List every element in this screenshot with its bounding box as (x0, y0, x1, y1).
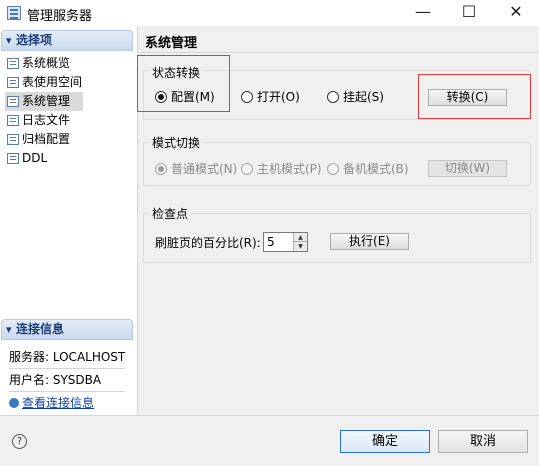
sidebar-item-archive-config[interactable]: 归档配置 (5, 130, 83, 149)
divider (139, 52, 539, 53)
dirty-page-percent-value[interactable]: 5 (267, 235, 275, 249)
dirty-page-percent-spinner[interactable]: 5 ▲ ▼ (263, 232, 308, 252)
radio-dot (327, 163, 339, 175)
dialog-footer: ? 确定 取消 (0, 415, 539, 466)
server-info: 服务器: LOCALHOST (9, 350, 126, 364)
connection-section-title: 连接信息 (16, 322, 65, 336)
sidebar-item-table-space[interactable]: 表使用空间 (5, 73, 83, 92)
sidebar-item-label: 日志文件 (22, 113, 71, 127)
help-icon[interactable]: ? (12, 434, 27, 449)
radio-standby-mode[interactable]: 备机模式(B) (327, 160, 412, 178)
radio-normal-mode-label: 普通模式(N) (171, 162, 238, 176)
sidebar: 选择项 系统概览 表使用空间 系统管理 日志文件 归档配置 DDL 连接信息 服… (0, 26, 138, 415)
document-icon (7, 96, 19, 107)
radio-suspend[interactable]: 挂起(S) (327, 88, 392, 106)
close-button[interactable]: ✕ (493, 0, 539, 26)
radio-open[interactable]: 打开(O) (241, 88, 306, 106)
document-icon (7, 115, 19, 126)
title-bar: 管理服务器 — ☐ ✕ (0, 0, 539, 26)
user-info: 用户名: SYSDBA (9, 373, 102, 387)
radio-open-label: 打开(O) (257, 90, 300, 104)
document-icon (7, 134, 19, 145)
radio-normal-mode[interactable]: 普通模式(N) (155, 160, 237, 178)
maximize-button[interactable]: ☐ (446, 0, 492, 26)
sidebar-item-label: 系统概览 (22, 56, 71, 70)
page-title: 系统管理 (145, 36, 198, 51)
radio-suspend-label: 挂起(S) (343, 90, 384, 104)
sidebar-item-label: 系统管理 (22, 94, 71, 108)
sidebar-item-label: 表使用空间 (22, 75, 83, 89)
connection-section-header[interactable]: 连接信息 (1, 319, 133, 340)
spin-up-icon[interactable]: ▲ (293, 233, 307, 242)
sidebar-item-label: DDL (22, 151, 48, 165)
options-section-title: 选择项 (16, 33, 53, 47)
spin-down-icon[interactable]: ▼ (293, 242, 307, 251)
minimize-button[interactable]: — (400, 0, 446, 26)
view-connection-link[interactable]: 查看连接信息 (9, 392, 125, 414)
sidebar-item-system-management[interactable]: 系统管理 (5, 92, 83, 111)
mode-group-label: 模式切换 (150, 134, 203, 151)
connection-info: 服务器: LOCALHOST 用户名: SYSDBA 查看连接信息 (9, 346, 125, 414)
radio-dot (155, 163, 167, 175)
sidebar-item-log-files[interactable]: 日志文件 (5, 111, 83, 130)
highlight-box (137, 55, 230, 112)
dirty-page-percent-label: 刷脏页的百分比(R): (155, 236, 261, 250)
document-icon (7, 77, 19, 88)
connection-info-icon (9, 398, 19, 408)
sidebar-item-ddl[interactable]: DDL (5, 149, 83, 168)
ok-button[interactable]: 确定 (340, 430, 430, 453)
highlight-box (418, 74, 531, 119)
document-icon (7, 58, 19, 69)
options-list: 系统概览 表使用空间 系统管理 日志文件 归档配置 DDL (5, 54, 83, 168)
radio-standby-mode-label: 备机模式(B) (343, 162, 409, 176)
radio-dot (241, 91, 253, 103)
view-connection-link-label: 查看连接信息 (22, 396, 95, 410)
radio-dot (327, 91, 339, 103)
checkpoint-group-label: 检查点 (150, 205, 191, 222)
sidebar-item-overview[interactable]: 系统概览 (5, 54, 83, 73)
document-icon (7, 153, 19, 164)
radio-primary-mode-label: 主机模式(P) (257, 162, 322, 176)
options-section-header[interactable]: 选择项 (1, 30, 133, 51)
server-manager-icon (7, 6, 21, 20)
radio-primary-mode[interactable]: 主机模式(P) (241, 160, 323, 178)
switch-button[interactable]: 切换(W) (428, 160, 507, 177)
cancel-button[interactable]: 取消 (438, 430, 528, 453)
window-title: 管理服务器 (27, 9, 93, 24)
sidebar-item-label: 归档配置 (22, 132, 71, 146)
radio-dot (241, 163, 253, 175)
execute-button[interactable]: 执行(E) (330, 233, 409, 250)
